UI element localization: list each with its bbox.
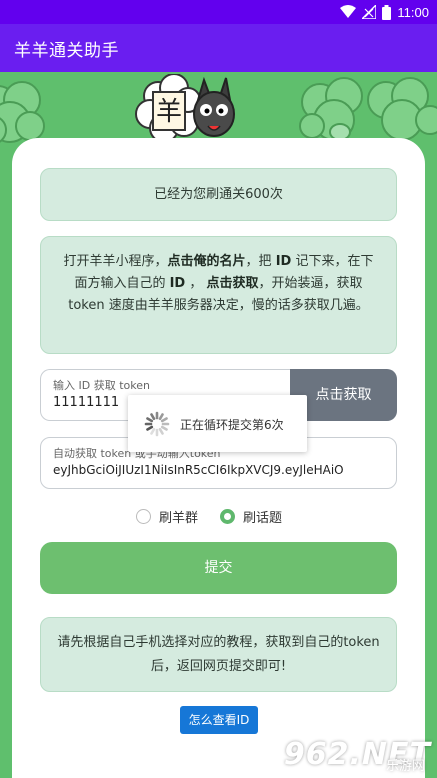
app-bar: 羊羊通关助手 <box>0 24 437 72</box>
how-to-view-id-button[interactable]: 怎么查看ID <box>180 706 258 734</box>
instructions-bold: 点击俺的名片 <box>167 254 246 269</box>
submit-button[interactable]: 提交 <box>40 542 397 594</box>
watermark-subtext: 乐游网 <box>385 759 425 774</box>
app-title: 羊羊通关助手 <box>14 41 119 61</box>
watermark: 962.NET 乐游网 <box>284 737 431 774</box>
radio-button-sheep-group[interactable] <box>136 508 151 524</box>
instructions-text: ， <box>185 276 207 291</box>
instructions-bold: ID <box>275 254 292 269</box>
instructions-text: ，把 <box>245 254 276 269</box>
radio-button-topic[interactable] <box>220 508 235 524</box>
instructions-bold: 点击获取 <box>206 276 259 291</box>
radio-topic[interactable]: 刷话题 <box>220 505 282 527</box>
battery-icon <box>382 4 392 20</box>
signal-icon <box>362 5 377 19</box>
status-icons: 11:00 <box>340 3 429 21</box>
mascot-character: 羊 <box>156 97 182 127</box>
progress-toast: 正在循环提交第6次 <box>128 395 307 452</box>
radio-label-topic: 刷话题 <box>243 510 283 526</box>
radio-sheep-group[interactable]: 刷羊群 <box>136 505 198 527</box>
instructions-text: 打开羊羊小程序， <box>63 254 168 269</box>
spinner-icon <box>144 411 170 437</box>
tip-text: 请先根据自己手机选择对应的教程，获取到自己的token后，返回网页提交即可! <box>57 635 380 674</box>
token-input-value[interactable]: eyJhbGciOiJIUzI1NiIsInR5cCI6IkpXVCJ9.eyJ… <box>53 463 391 477</box>
pass-count-box: 已经为您刷通关600次 <box>40 168 397 221</box>
sheep-illustration-center: 羊 <box>135 74 235 143</box>
status-bar: 11:00 <box>0 0 437 24</box>
instructions-bold: ID <box>169 276 186 291</box>
radio-label-sheep-group: 刷羊群 <box>159 510 199 526</box>
instructions-box: 打开羊羊小程序，点击俺的名片，把 ID 记下来，在下面方输入自己的 ID ， 点… <box>40 236 397 354</box>
id-input-value[interactable]: 11111111 <box>53 395 119 410</box>
toast-text: 正在循环提交第6次 <box>180 418 284 432</box>
id-input-label: 输入 ID 获取 token <box>53 379 150 392</box>
tip-box: 请先根据自己手机选择对应的教程，获取到自己的token后，返回网页提交即可! <box>40 617 397 692</box>
wifi-icon <box>340 5 357 18</box>
status-time: 11:00 <box>397 4 429 20</box>
pass-count-text: 已经为您刷通关600次 <box>154 187 283 202</box>
